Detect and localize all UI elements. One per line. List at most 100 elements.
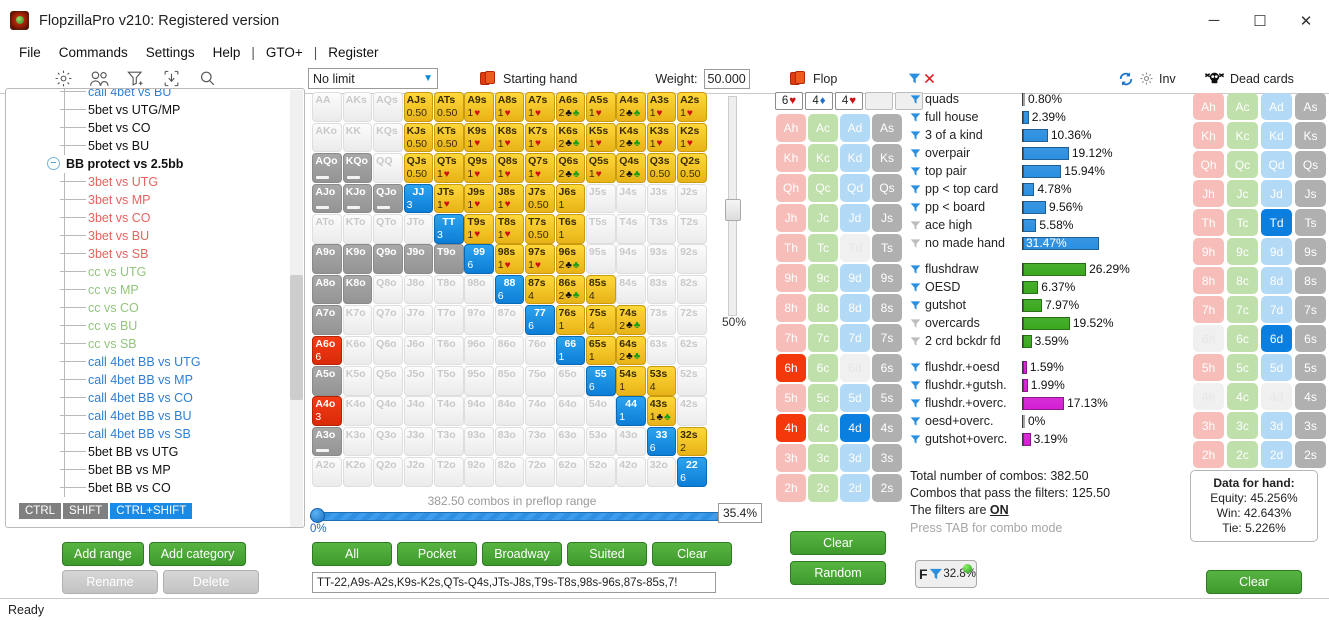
clear-button[interactable]: Clear — [652, 542, 732, 566]
card-3s[interactable]: 3s — [872, 444, 902, 472]
hand-cell[interactable]: 76o — [525, 335, 555, 366]
card-8h[interactable]: 8h — [1193, 267, 1224, 294]
range-slider-knob[interactable] — [310, 508, 325, 523]
hand-cell[interactable]: J2o — [403, 457, 434, 487]
tree-scrollbar-thumb[interactable] — [290, 275, 303, 400]
hand-cell[interactable]: Q3o — [373, 426, 403, 457]
card-8c[interactable]: 8c — [808, 294, 838, 322]
hand-cell[interactable]: J9s 1 ♥ — [464, 183, 494, 214]
funnel-icon[interactable] — [910, 130, 921, 141]
all-button[interactable]: All — [312, 542, 392, 566]
hand-cell[interactable]: J4s — [616, 183, 646, 214]
hand-cell[interactable]: J8s 1 ♥ — [494, 183, 525, 214]
hand-cell[interactable]: AJs 0.50 — [403, 92, 434, 122]
hand-cell[interactable]: 74s 2 ♣ ♣ — [616, 305, 646, 335]
tree-item[interactable]: 5bet vs CO — [6, 119, 290, 137]
hand-cell[interactable]: 52s — [677, 365, 707, 396]
dead-cards-clear-button[interactable]: Clear — [1206, 570, 1302, 594]
hand-cell[interactable]: 43o — [616, 426, 646, 457]
flop-clear-button[interactable]: Clear — [790, 531, 886, 555]
hand-cell[interactable]: AQs — [373, 92, 403, 122]
hand-cell[interactable]: A6o 6 — [312, 335, 342, 366]
hand-cell[interactable]: 53s 4 — [646, 365, 677, 396]
hand-cell[interactable]: 76s 1 — [555, 305, 586, 335]
card-8c[interactable]: 8c — [1227, 267, 1258, 294]
filter-row[interactable]: flushdr.+gutsh. 1.99% — [910, 376, 1180, 394]
hand-cell[interactable]: 86s 2 ♣ ♣ — [555, 274, 586, 305]
hand-cell[interactable]: 99 6 — [464, 244, 494, 274]
tree-expander[interactable]: − — [47, 157, 60, 170]
card-Qc[interactable]: Qc — [808, 174, 838, 202]
hand-cell[interactable]: A9s 1 ♥ — [464, 92, 494, 122]
hand-cell[interactable]: ATo — [312, 213, 342, 244]
card-9d[interactable]: 9d — [1261, 238, 1292, 265]
card-6d[interactable]: 6d — [840, 354, 870, 382]
card-8s[interactable]: 8s — [872, 294, 902, 322]
hand-cell[interactable]: QQ — [373, 153, 403, 183]
add-range-button[interactable]: Add range — [62, 542, 144, 566]
hand-cell[interactable]: K6s 2 ♣ ♣ — [555, 122, 586, 153]
card-Qs[interactable]: Qs — [872, 174, 902, 202]
hand-cell[interactable]: Q2s 0.50 — [677, 153, 707, 183]
hand-cell[interactable]: KTo — [342, 213, 373, 244]
card-Jc[interactable]: Jc — [1227, 180, 1258, 207]
hand-cell[interactable]: K3s 1 ♥ — [646, 122, 677, 153]
card-5d[interactable]: 5d — [840, 384, 870, 412]
hand-cell[interactable]: A8s 1 ♥ — [494, 92, 525, 122]
card-5d[interactable]: 5d — [1261, 354, 1292, 381]
card-4c[interactable]: 4c — [808, 414, 838, 442]
filter-row[interactable]: quads 0.80% — [910, 90, 1180, 108]
close-button[interactable]: ✕ — [1283, 0, 1329, 41]
hand-cell[interactable]: Q2o — [373, 457, 403, 487]
card-Th[interactable]: Th — [1193, 209, 1224, 236]
hand-cell[interactable]: K4s 2 ♣ ♣ — [616, 122, 646, 153]
hand-cell[interactable]: K6o — [342, 335, 373, 366]
hand-cell[interactable]: 75s 4 — [585, 305, 616, 335]
hand-cell[interactable]: KJo — [342, 183, 373, 214]
hand-cell[interactable]: 82o — [494, 457, 525, 487]
hand-cell[interactable]: K9s 1 ♥ — [464, 122, 494, 153]
tree-item[interactable]: cc vs CO — [6, 299, 290, 317]
card-3h[interactable]: 3h — [776, 444, 806, 472]
hand-cell[interactable]: J9o — [403, 244, 434, 274]
flop-slot-2[interactable]: 4 ♦ — [805, 92, 833, 110]
filter-row[interactable]: flushdraw 26.29% — [910, 260, 1180, 278]
tree-item[interactable]: call 4bet BB vs MP — [6, 371, 290, 389]
tree-item[interactable]: call 4bet BB vs SB — [6, 425, 290, 443]
card-Jh[interactable]: Jh — [776, 204, 806, 232]
hand-cell[interactable]: A4s 2 ♣ ♣ — [616, 92, 646, 122]
funnel-icon[interactable] — [910, 362, 921, 373]
funnel-icon[interactable] — [910, 202, 921, 213]
card-4d[interactable]: 4d — [840, 414, 870, 442]
hand-cell[interactable]: J8o — [403, 274, 434, 305]
card-7s[interactable]: 7s — [1295, 296, 1326, 323]
range-slider[interactable] — [310, 508, 735, 523]
hand-cell[interactable]: 32s 2 — [677, 426, 707, 457]
filter-row[interactable]: overpair 19.12% — [910, 144, 1180, 162]
hand-cell[interactable]: 72s — [677, 305, 707, 335]
tree-item[interactable]: call 4bet vs BU — [6, 89, 290, 101]
hand-cell[interactable]: T3o — [433, 426, 464, 457]
card-Td[interactable]: Td — [1261, 209, 1292, 236]
hand-cell[interactable]: 97s 1 ♥ — [525, 244, 555, 274]
hand-cell[interactable]: ATs 0.50 — [433, 92, 464, 122]
card-5c[interactable]: 5c — [808, 384, 838, 412]
flop-card-grid[interactable]: Ah Ac Ad As Kh Kc Kd Ks Qh Qc Qd Qs Jh Jc Jd Js Th Tc Td Ts… — [775, 113, 903, 503]
flop-random-button[interactable]: Random — [790, 561, 886, 585]
card-3d[interactable]: 3d — [840, 444, 870, 472]
card-2s[interactable]: 2s — [1295, 441, 1326, 468]
hand-cell[interactable]: J2s — [677, 183, 707, 214]
card-Qh[interactable]: Qh — [1193, 151, 1224, 178]
card-4d[interactable]: 4d — [1261, 383, 1292, 410]
modifier-key-ctrl[interactable]: CTRL — [19, 503, 62, 519]
tree-item[interactable]: cc vs SB — [6, 335, 290, 353]
hand-cell[interactable]: 96o — [464, 335, 494, 366]
card-Jd[interactable]: Jd — [840, 204, 870, 232]
funnel-icon[interactable] — [910, 238, 921, 249]
hand-cell[interactable]: QJo — [373, 183, 403, 214]
menu-item-register[interactable]: Register — [319, 43, 387, 62]
range-slider-track[interactable] — [310, 512, 725, 521]
hand-cell[interactable]: 74o — [525, 396, 555, 426]
hand-cell[interactable]: 85o — [494, 365, 525, 396]
card-4s[interactable]: 4s — [872, 414, 902, 442]
